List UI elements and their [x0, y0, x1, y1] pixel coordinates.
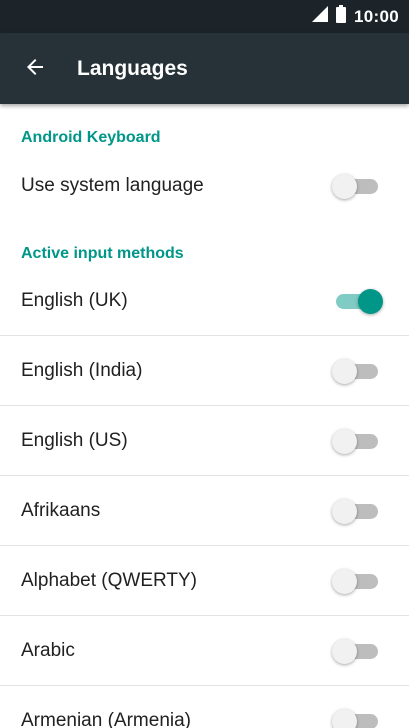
switch-thumb	[332, 569, 357, 594]
language-switch[interactable]	[332, 288, 384, 314]
switch-thumb	[332, 174, 357, 199]
language-switch[interactable]	[332, 638, 384, 664]
language-label: Afrikaans	[21, 500, 101, 521]
section-header-active-input-methods: Active input methods	[21, 245, 184, 262]
back-button[interactable]	[14, 49, 56, 89]
language-label: English (UK)	[21, 290, 128, 311]
language-label: English (India)	[21, 360, 143, 381]
switch-thumb	[332, 639, 357, 664]
section-header-android-keyboard: Android Keyboard	[21, 129, 161, 146]
language-switch[interactable]	[332, 428, 384, 454]
arrow-back-icon	[23, 55, 47, 84]
status-bar: 10:00	[0, 0, 409, 33]
switch-thumb	[332, 709, 357, 728]
language-label: Alphabet (QWERTY)	[21, 570, 197, 591]
language-row-english-uk[interactable]: English (UK)	[0, 266, 409, 336]
app-bar: Languages	[0, 33, 409, 104]
language-switch[interactable]	[332, 708, 384, 728]
use-system-language-row[interactable]: Use system language	[0, 151, 409, 221]
language-row-english-india[interactable]: English (India)	[0, 336, 409, 406]
use-system-language-switch[interactable]	[332, 173, 384, 199]
language-label: Arabic	[21, 640, 75, 661]
switch-thumb	[332, 429, 357, 454]
signal-icon	[312, 6, 329, 27]
status-icons: 10:00	[312, 0, 399, 33]
language-label: English (US)	[21, 430, 128, 451]
clock: 10:00	[354, 6, 399, 26]
language-row-alphabet-qwerty[interactable]: Alphabet (QWERTY)	[0, 546, 409, 616]
language-row-afrikaans[interactable]: Afrikaans	[0, 476, 409, 546]
language-switch[interactable]	[332, 358, 384, 384]
page-title: Languages	[77, 57, 188, 80]
language-switch[interactable]	[332, 498, 384, 524]
language-row-armenian[interactable]: Armenian (Armenia)	[0, 686, 409, 728]
language-switch[interactable]	[332, 568, 384, 594]
settings-list: Android Keyboard Use system language Act…	[0, 104, 409, 728]
language-row-arabic[interactable]: Arabic	[0, 616, 409, 686]
language-label: Armenian (Armenia)	[21, 710, 191, 728]
switch-thumb	[332, 499, 357, 524]
switch-thumb	[332, 359, 357, 384]
battery-icon	[336, 5, 347, 28]
use-system-language-label: Use system language	[21, 175, 204, 196]
switch-thumb	[358, 289, 383, 314]
language-row-english-us[interactable]: English (US)	[0, 406, 409, 476]
